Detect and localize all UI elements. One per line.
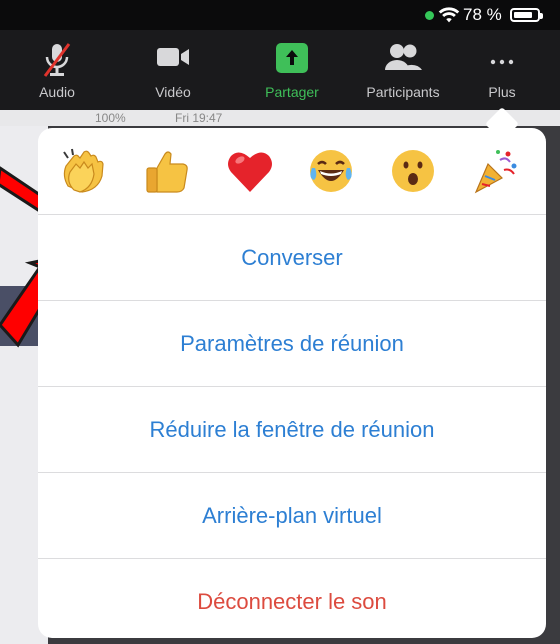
video-button[interactable]: Vidéo xyxy=(138,30,208,110)
video-label: Vidéo xyxy=(155,84,191,100)
camera-active-dot xyxy=(425,11,434,20)
open-mouth-icon[interactable] xyxy=(388,146,438,196)
background-menubar: 100% Fri 19:47 xyxy=(0,110,560,126)
more-button[interactable]: Plus xyxy=(472,30,532,110)
share-label: Partager xyxy=(265,84,319,100)
virtual-background-menu-item[interactable]: Arrière-plan virtuel xyxy=(38,472,546,558)
reactions-row xyxy=(38,128,546,214)
background-time-text: Fri 19:47 xyxy=(175,111,223,125)
background-battery-text: 100% xyxy=(95,111,126,125)
mic-muted-icon xyxy=(43,43,71,77)
tears-of-joy-icon[interactable] xyxy=(306,146,356,196)
thumbs-up-icon[interactable] xyxy=(143,146,193,196)
share-button[interactable]: Partager xyxy=(252,30,332,110)
battery-percentage: 78 % xyxy=(463,5,502,24)
more-menu-list: Converser Paramètres de réunion Réduire … xyxy=(38,214,546,638)
share-icon xyxy=(276,43,308,73)
participants-icon xyxy=(385,44,422,70)
more-label: Plus xyxy=(488,84,516,100)
clapping-hands-icon[interactable] xyxy=(58,146,108,196)
more-icon xyxy=(490,59,514,65)
battery-icon xyxy=(510,8,543,22)
audio-label: Audio xyxy=(39,84,75,100)
audio-button[interactable]: Audio xyxy=(22,30,92,110)
camera-icon xyxy=(157,48,189,66)
participants-label: Participants xyxy=(366,84,440,100)
wifi-icon xyxy=(438,7,460,23)
more-menu-popover: Converser Paramètres de réunion Réduire … xyxy=(38,128,546,638)
disconnect-audio-menu-item[interactable]: Déconnecter le son xyxy=(38,558,546,638)
meeting-settings-menu-item[interactable]: Paramètres de réunion xyxy=(38,300,546,386)
red-heart-icon[interactable] xyxy=(225,146,275,196)
participants-button[interactable]: Participants xyxy=(353,30,453,110)
minimize-meeting-menu-item[interactable]: Réduire la fenêtre de réunion xyxy=(38,386,546,472)
party-popper-icon[interactable] xyxy=(470,146,520,196)
status-bar: 78 % xyxy=(0,0,560,30)
chat-menu-item[interactable]: Converser xyxy=(38,214,546,300)
meeting-toolbar: Audio Vidéo Partager Participants Plus xyxy=(0,30,560,110)
